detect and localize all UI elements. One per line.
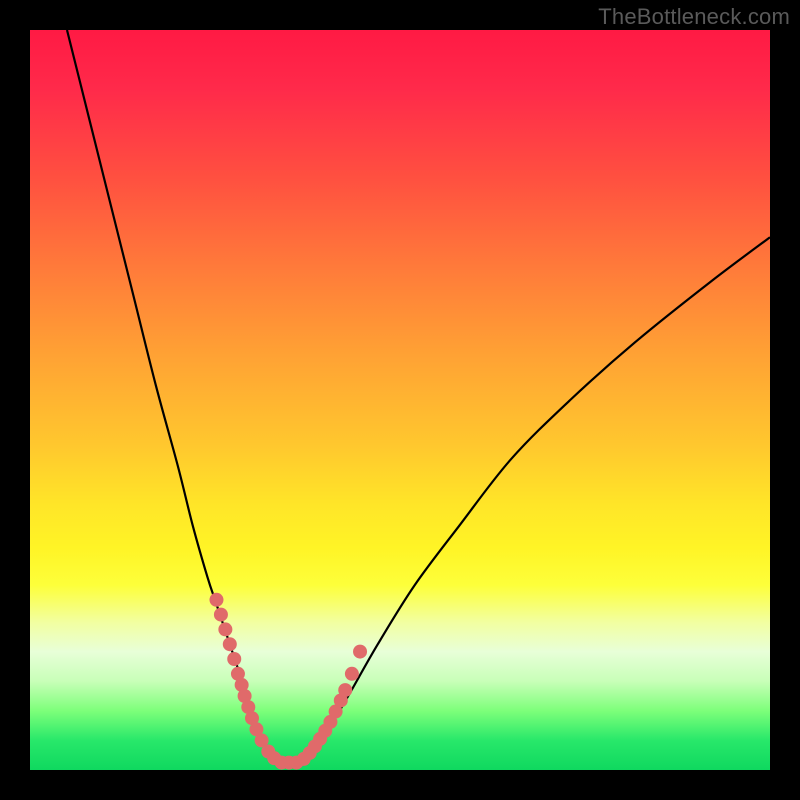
highlight-marker: [227, 652, 241, 666]
bottleneck-curve: [67, 30, 770, 763]
marker-group: [209, 593, 367, 770]
highlight-marker: [345, 667, 359, 681]
highlight-marker: [223, 637, 237, 651]
attribution-text: TheBottleneck.com: [598, 4, 790, 30]
plot-area: [30, 30, 770, 770]
highlight-marker: [338, 683, 352, 697]
highlight-marker: [353, 645, 367, 659]
outer-frame: TheBottleneck.com: [0, 0, 800, 800]
highlight-marker: [209, 593, 223, 607]
highlight-marker: [214, 608, 228, 622]
curve-layer: [30, 30, 770, 770]
highlight-marker: [218, 622, 232, 636]
